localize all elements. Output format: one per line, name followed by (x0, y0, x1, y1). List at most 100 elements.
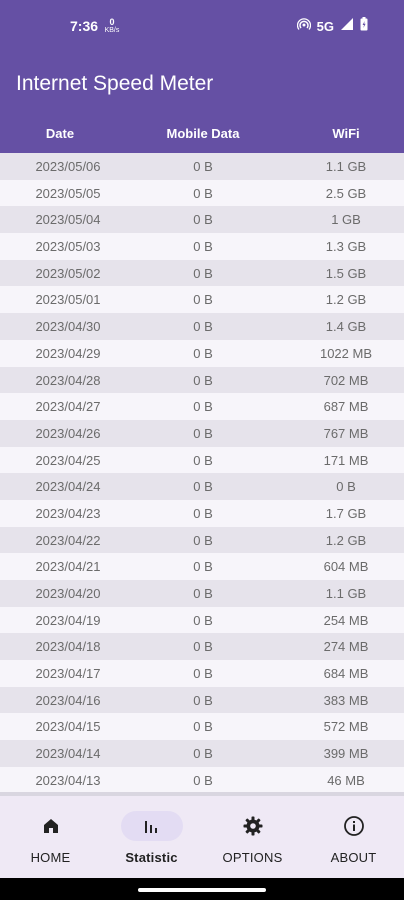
hotspot-icon (296, 17, 311, 36)
usage-table[interactable]: 2023/05/06 0 B 1.1 GB 2023/05/05 0 B 2.5 GB 20… (0, 153, 404, 794)
table-row: 2023/04/30 0 B 1.4 GB (0, 313, 404, 340)
cell-date: 2023/05/01 (35, 292, 101, 308)
home-icon (20, 811, 82, 841)
nav-label: HOME (30, 850, 71, 865)
cell-mobile-data: 0 B (193, 345, 213, 361)
table-row: 2023/04/20 0 B 1.1 GB (0, 580, 404, 607)
table-row: 2023/05/05 0 B 2.5 GB (0, 179, 404, 207)
cell-date: 2023/05/02 (35, 265, 101, 281)
cell-mobile-data: 0 B (193, 425, 213, 441)
cell-wifi: 0 B (336, 479, 356, 495)
cell-date: 2023/04/18 (35, 639, 101, 655)
cell-date: 2023/04/22 (35, 532, 101, 548)
nav-label: Statistic (125, 850, 178, 865)
cell-wifi: 2.5 GB (325, 185, 367, 201)
status-bar: 7:36 0 KB/s 5G (0, 0, 404, 52)
cell-mobile-data: 0 B (193, 479, 213, 495)
nav-item-home[interactable]: HOME (0, 796, 101, 878)
table-row: 2023/04/18 0 B 274 MB (0, 633, 404, 661)
gear-icon (222, 811, 284, 841)
status-time: 7:36 (70, 18, 99, 34)
net-speed-unit: KB/s (104, 27, 120, 34)
cell-mobile-data: 0 B (193, 532, 213, 548)
cell-mobile-data: 0 B (193, 185, 213, 201)
table-row: 2023/04/27 0 B 687 MB (0, 393, 404, 420)
bottom-navigation: HOME Statistic OPTIONS ABOUT (0, 796, 404, 878)
cell-mobile-data: 0 B (193, 639, 213, 655)
table-row: 2023/05/03 0 B 1.3 GB (0, 233, 404, 260)
table-row: 2023/04/23 0 B 1.7 GB (0, 499, 404, 527)
cell-wifi: 399 MB (323, 746, 369, 762)
cell-date: 2023/05/03 (35, 239, 101, 255)
cell-date: 2023/04/19 (35, 612, 101, 628)
cell-mobile-data: 0 B (193, 372, 213, 388)
cell-mobile-data: 0 B (193, 692, 213, 708)
cell-date: 2023/05/05 (35, 185, 101, 201)
cell-date: 2023/05/04 (35, 212, 101, 228)
table-row: 2023/04/13 0 B 46 MB (0, 766, 404, 794)
cell-date: 2023/04/26 (35, 425, 101, 441)
column-header-mobile-data: Mobile Data (166, 126, 240, 141)
cell-mobile-data: 0 B (193, 559, 213, 575)
table-row: 2023/04/29 0 B 1022 MB (0, 339, 404, 367)
cell-wifi: 767 MB (323, 425, 369, 441)
nav-label: OPTIONS (222, 850, 283, 865)
cell-wifi: 254 MB (323, 612, 369, 628)
cell-date: 2023/04/13 (35, 772, 101, 788)
cell-mobile-data: 0 B (193, 239, 213, 255)
cell-date: 2023/04/24 (35, 479, 101, 495)
cell-wifi: 1.4 GB (325, 319, 367, 335)
table-row: 2023/04/15 0 B 572 MB (0, 713, 404, 741)
table-row: 2023/04/25 0 B 171 MB (0, 446, 404, 474)
app-title: Internet Speed Meter (16, 72, 214, 95)
cell-date: 2023/04/30 (35, 319, 101, 335)
cell-wifi: 1.1 GB (325, 159, 367, 174)
cell-wifi: 1.5 GB (325, 265, 367, 281)
cell-date: 2023/04/21 (35, 559, 101, 575)
cell-mobile-data: 0 B (193, 666, 213, 682)
system-gesture-area (0, 878, 404, 900)
cell-date: 2023/04/15 (35, 719, 101, 735)
cell-wifi: 572 MB (323, 719, 369, 735)
nav-item-statistic[interactable]: Statistic (101, 796, 202, 878)
cell-wifi: 171 MB (323, 452, 369, 468)
cell-mobile-data: 0 B (193, 159, 213, 174)
nav-label: ABOUT (330, 850, 377, 865)
table-row: 2023/04/14 0 B 399 MB (0, 740, 404, 767)
table-row: 2023/04/16 0 B 383 MB (0, 686, 404, 714)
home-gesture-bar[interactable] (138, 888, 266, 892)
nav-item-about[interactable]: ABOUT (303, 796, 404, 878)
cell-wifi: 604 MB (323, 559, 369, 575)
cell-mobile-data: 0 B (193, 772, 213, 788)
nav-item-options[interactable]: OPTIONS (202, 796, 303, 878)
cell-date: 2023/04/28 (35, 372, 101, 388)
table-header: Date Mobile Data WiFi (0, 126, 404, 146)
cell-date: 2023/04/17 (35, 666, 101, 682)
table-row: 2023/04/19 0 B 254 MB (0, 606, 404, 634)
cell-wifi: 702 MB (323, 372, 369, 388)
cell-mobile-data: 0 B (193, 586, 213, 601)
info-icon (323, 811, 385, 841)
cell-mobile-data: 0 B (193, 265, 213, 281)
cell-date: 2023/04/29 (35, 345, 101, 361)
table-row: 2023/04/17 0 B 684 MB (0, 660, 404, 687)
cell-mobile-data: 0 B (193, 719, 213, 735)
net-speed-indicator: 0 KB/s (102, 18, 122, 35)
table-row: 2023/05/04 0 B 1 GB (0, 206, 404, 234)
cell-date: 2023/04/27 (35, 399, 101, 415)
table-row: 2023/04/28 0 B 702 MB (0, 366, 404, 394)
table-row: 2023/04/21 0 B 604 MB (0, 553, 404, 580)
table-row: 2023/05/01 0 B 1.2 GB (0, 286, 404, 314)
network-type: 5G (316, 19, 334, 34)
table-row: 2023/04/26 0 B 767 MB (0, 419, 404, 447)
cell-wifi: 1.2 GB (325, 292, 367, 308)
cell-mobile-data: 0 B (193, 212, 213, 228)
cell-mobile-data: 0 B (193, 399, 213, 415)
net-speed-value: 0 (109, 17, 115, 27)
cell-wifi: 687 MB (323, 399, 369, 415)
cell-wifi: 1.2 GB (325, 532, 367, 548)
cell-mobile-data: 0 B (193, 452, 213, 468)
cell-wifi: 46 MB (327, 772, 365, 788)
column-header-wifi: WiFi (332, 126, 360, 141)
cell-date: 2023/04/25 (35, 452, 101, 468)
